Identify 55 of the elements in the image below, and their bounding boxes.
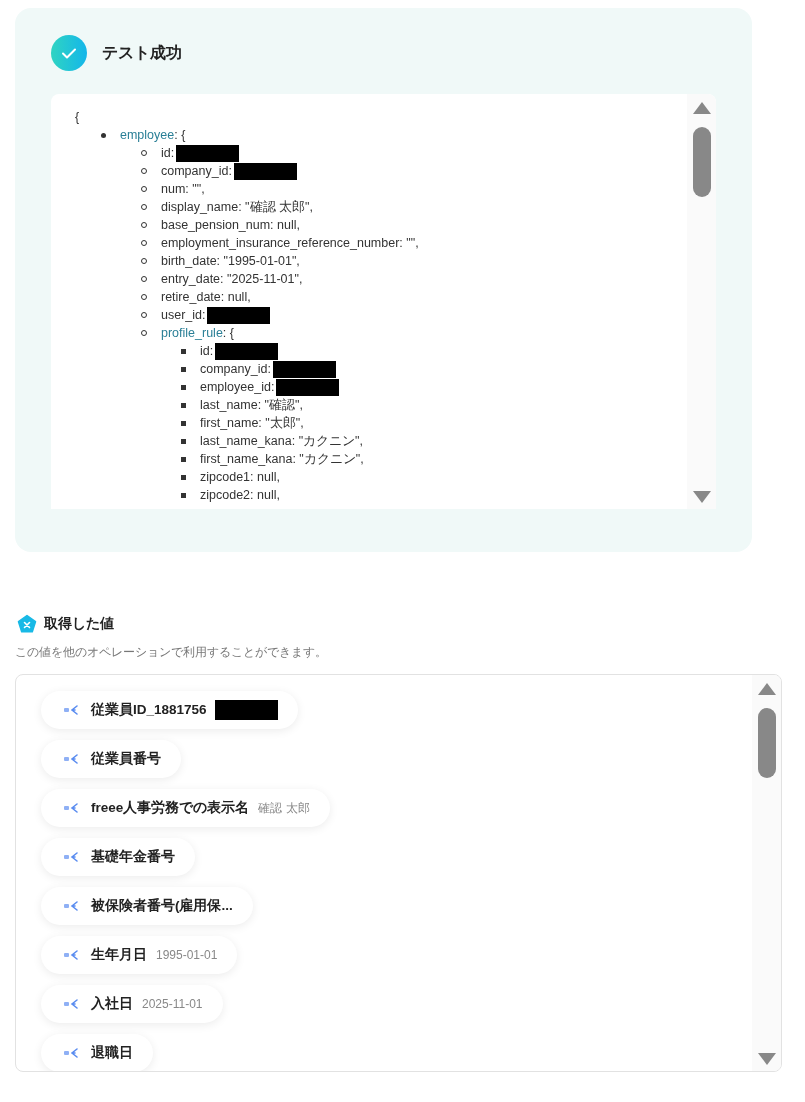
code-line: first_name_kana: "カクニン", <box>200 451 364 468</box>
bullet-icon <box>181 492 186 498</box>
value-chip[interactable]: 被保険者番号(雇用保... <box>41 887 253 925</box>
code-line: id: <box>200 343 214 360</box>
code-line: employee_id: <box>200 379 275 396</box>
pentagon-icon <box>17 614 37 634</box>
variable-icon <box>63 851 81 863</box>
variable-icon <box>63 949 81 961</box>
value-chip[interactable]: freee人事労務での表示名 確認 太郎 <box>41 789 330 827</box>
code-line: entry_date: "2025-11-01", <box>161 271 303 288</box>
code-line: first_name: "太郎", <box>200 415 304 432</box>
code-line: retire_date: null, <box>161 289 251 306</box>
value-chip[interactable]: 入社日 2025-11-01 <box>41 985 223 1023</box>
value-chip[interactable]: 生年月日 1995-01-01 <box>41 936 238 974</box>
value-chip[interactable]: 退職日 <box>41 1034 153 1071</box>
variable-icon <box>63 704 81 716</box>
code-line: birth_date: "1995-01-01", <box>161 253 300 270</box>
code-line: company_id: <box>200 361 271 378</box>
variable-icon <box>63 998 81 1010</box>
variable-icon <box>63 802 81 814</box>
bullet-icon <box>101 132 106 138</box>
code-line: profile_rule: { <box>161 325 234 342</box>
code-line: id: <box>161 145 175 162</box>
variable-icon <box>63 900 81 912</box>
bullet-icon <box>181 348 186 354</box>
code-line: zipcode1: null, <box>200 469 280 486</box>
variable-icon <box>63 1047 81 1059</box>
scrollbar[interactable] <box>687 94 716 509</box>
bullet-icon <box>181 420 186 426</box>
check-icon <box>51 35 87 71</box>
variable-icon <box>63 753 81 765</box>
code-line: display_name: "確認 太郎", <box>161 199 313 216</box>
bullet-icon <box>181 456 186 462</box>
code-line: zipcode2: null, <box>200 487 280 504</box>
section-description: この値を他のオペレーションで利用することができます。 <box>15 644 328 661</box>
code-line: employee: { <box>120 127 186 144</box>
bullet-icon <box>181 438 186 444</box>
bullet-icon <box>181 474 186 480</box>
code-line: num: "", <box>161 181 205 198</box>
value-chip[interactable]: 従業員番号 <box>41 740 181 778</box>
scrollbar[interactable] <box>752 675 781 1071</box>
section-title: 取得した値 <box>44 615 114 633</box>
bullet-icon <box>181 402 186 408</box>
value-chip[interactable]: 従業員ID_1881756 <box>41 691 298 729</box>
code-line: last_name: "確認", <box>200 397 303 414</box>
value-chip[interactable]: 基礎年金番号 <box>41 838 195 876</box>
code-line: employment_insurance_reference_number: "", <box>161 235 419 252</box>
code-line: base_pension_num: null, <box>161 217 300 234</box>
result-title: テスト成功 <box>102 42 182 63</box>
bullet-icon <box>181 384 186 390</box>
code-line: company_id: <box>161 163 232 180</box>
code-line: user_id: <box>161 307 206 324</box>
code-line: last_name_kana: "カクニン", <box>200 433 364 450</box>
code-line: { <box>75 109 80 126</box>
bullet-icon <box>181 366 186 372</box>
